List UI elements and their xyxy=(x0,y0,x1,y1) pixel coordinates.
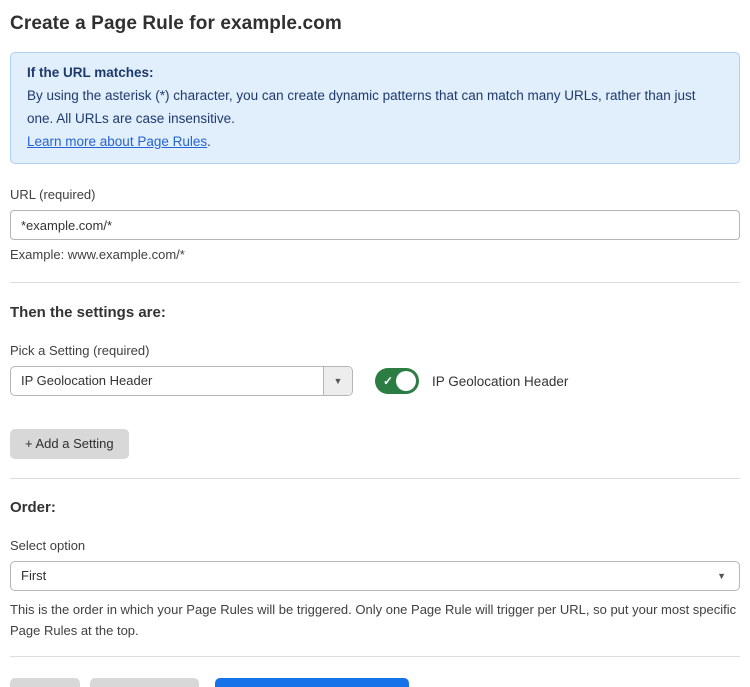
order-select[interactable]: First ▼ xyxy=(10,561,740,591)
info-box-link-line: Learn more about Page Rules. xyxy=(27,130,723,153)
url-matches-info-box: If the URL matches: By using the asteris… xyxy=(10,52,740,164)
order-section-heading: Order: xyxy=(10,499,740,516)
create-page-rule-form: Create a Page Rule for example.com If th… xyxy=(0,0,750,687)
learn-more-link[interactable]: Learn more about Page Rules xyxy=(27,134,207,149)
setting-select-arrow-button[interactable]: ▼ xyxy=(323,367,352,395)
info-box-body: By using the asterisk (*) character, you… xyxy=(27,84,723,130)
select-option-label: Select option xyxy=(10,538,740,553)
info-box-heading: If the URL matches: xyxy=(27,61,723,84)
add-setting-button[interactable]: + Add a Setting xyxy=(10,429,129,459)
check-icon: ✓ xyxy=(383,373,393,389)
url-field-label: URL (required) xyxy=(10,187,740,202)
cancel-button[interactable]: Cancel xyxy=(10,678,80,687)
url-input[interactable] xyxy=(10,210,740,240)
link-period: . xyxy=(207,134,211,149)
divider xyxy=(10,478,740,479)
toggle-label: IP Geolocation Header xyxy=(432,374,568,389)
pick-setting-label: Pick a Setting (required) xyxy=(10,343,740,358)
setting-select[interactable]: IP Geolocation Header ▼ xyxy=(10,366,353,396)
setting-row: IP Geolocation Header ▼ ✓ IP Geolocation… xyxy=(10,366,740,396)
save-as-draft-button[interactable]: Save as Draft xyxy=(90,678,199,687)
footer-actions: Cancel Save as Draft Save and Deploy Pag… xyxy=(10,678,740,687)
chevron-down-icon: ▼ xyxy=(717,572,726,581)
toggle-knob xyxy=(396,371,416,391)
order-select-value: First xyxy=(11,562,739,590)
url-example-helper: Example: www.example.com/* xyxy=(10,247,740,262)
page-title: Create a Page Rule for example.com xyxy=(10,13,740,35)
divider xyxy=(10,282,740,283)
divider xyxy=(10,656,740,657)
setting-select-value: IP Geolocation Header xyxy=(11,367,323,395)
ip-geolocation-toggle[interactable]: ✓ xyxy=(375,368,419,394)
settings-section-heading: Then the settings are: xyxy=(10,304,740,321)
save-and-deploy-button[interactable]: Save and Deploy Page Rule xyxy=(215,678,408,687)
order-helper-text: This is the order in which your Page Rul… xyxy=(10,599,740,641)
chevron-down-icon: ▼ xyxy=(334,377,343,386)
